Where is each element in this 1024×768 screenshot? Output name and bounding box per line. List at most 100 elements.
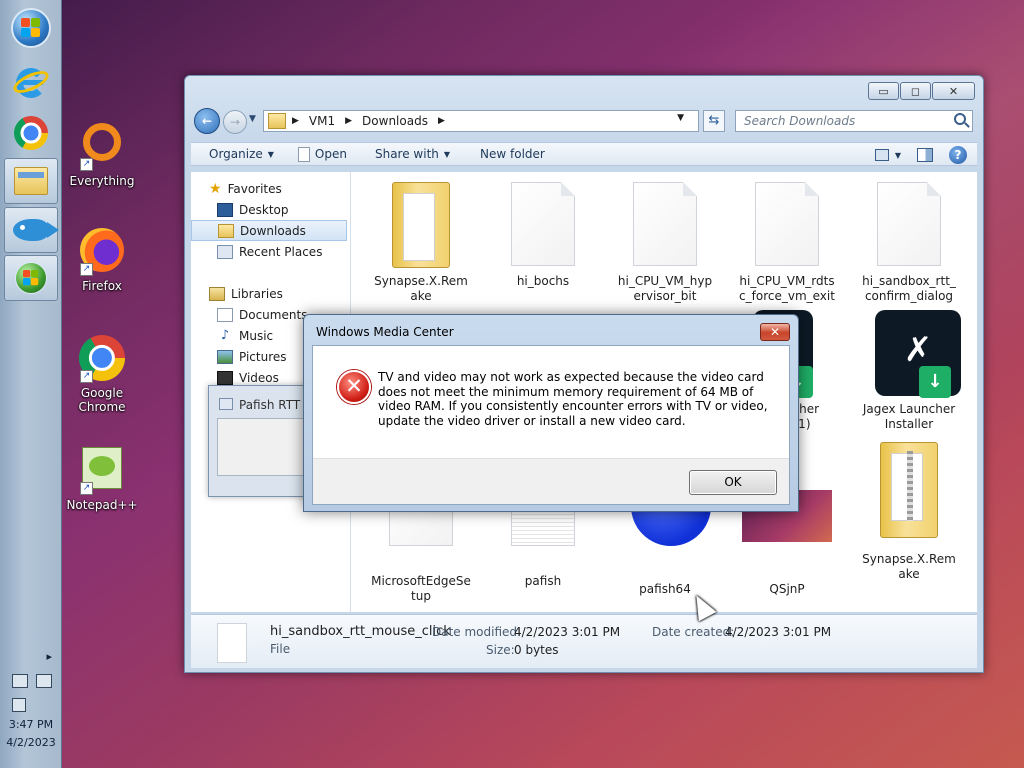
details-pane: hi_sandbox_rtt_mouse_click File Date mod…	[191, 614, 977, 668]
dialog-close-button[interactable]: ✕	[760, 323, 790, 341]
preview-pane-icon[interactable]	[917, 148, 933, 162]
search-placeholder: Search Downloads	[744, 114, 856, 128]
breadcrumb-downloads[interactable]: Downloads	[362, 114, 428, 128]
shortcut-arrow-icon: ↗	[80, 482, 93, 495]
folder-icon	[14, 167, 48, 195]
desktop-icon-notepad-plus-plus[interactable]: ↗ Notepad++	[62, 444, 142, 512]
change-view-icon[interactable]	[874, 149, 889, 161]
desktop-icon-google-chrome[interactable]: ↗ Google Chrome	[62, 335, 142, 414]
minimize-button[interactable]: ▭	[868, 82, 899, 100]
internet-explorer-icon	[10, 66, 52, 100]
taskbar-pafish[interactable]	[4, 207, 59, 253]
file-item[interactable]: Synapse.X.Remake	[371, 182, 471, 304]
documents-icon	[217, 307, 233, 322]
nav-recent-places[interactable]: Recent Places	[217, 241, 373, 262]
taskbar-windows-media-center[interactable]	[4, 255, 58, 301]
clock-time[interactable]: 3:47 PM	[0, 718, 62, 731]
start-button[interactable]	[4, 5, 58, 51]
nav-desktop[interactable]: Desktop	[217, 199, 373, 220]
file-item[interactable]: ✗ ↓ Jagex Launcher Installer	[859, 310, 961, 432]
taskbar: ▸ 3:47 PM 4/2/2023	[0, 0, 62, 768]
action-center-icon[interactable]	[12, 674, 28, 688]
recent-places-icon	[217, 244, 233, 259]
network-icon[interactable]	[36, 674, 52, 688]
search-icon	[954, 113, 966, 125]
tray-expand-arrow[interactable]: ▸	[0, 650, 62, 663]
file-item[interactable]: hi_CPU_VM_hypervisor_bit	[615, 182, 715, 304]
desktop-icon-firefox[interactable]: ↗ Firefox	[62, 226, 142, 293]
blank-file-icon	[755, 182, 819, 266]
clock-date[interactable]: 4/2/2023	[0, 736, 62, 749]
libraries-icon	[209, 286, 225, 301]
chrome-icon	[14, 116, 48, 150]
desktop-icon-everything[interactable]: ↗ Everything	[62, 118, 142, 188]
downloads-folder-icon	[218, 223, 234, 238]
windows-flag-icon	[15, 262, 47, 294]
help-icon[interactable]: ?	[949, 146, 967, 164]
volume-muted-icon[interactable]	[12, 698, 26, 712]
desktop-icon	[217, 202, 233, 217]
pictures-icon	[217, 349, 233, 364]
nav-favorites[interactable]: ★ Favorites	[209, 178, 365, 199]
document-icon	[297, 146, 310, 162]
taskbar-internet-explorer[interactable]	[4, 60, 58, 106]
shortcut-arrow-icon: ↗	[80, 370, 93, 383]
desktop-icon-label: Google Chrome	[78, 386, 126, 414]
blank-file-icon	[511, 182, 575, 266]
windows-orb-icon	[11, 8, 51, 48]
taskbar-chrome[interactable]	[4, 110, 58, 156]
forward-button[interactable]: →	[223, 110, 247, 134]
jagex-launcher-icon: ✗ ↓	[875, 310, 961, 398]
maximize-button[interactable]: ◻	[900, 82, 931, 100]
breadcrumb-separator-icon: ▶	[292, 116, 299, 126]
date-modified-value: 4/2/2023 3:01 PM	[514, 625, 621, 639]
error-icon: ✕	[337, 370, 371, 404]
file-item[interactable]: hi_sandbox_rtt_confirm_dialog	[859, 182, 959, 304]
music-icon: ♪	[220, 327, 230, 343]
file-item[interactable]: hi_CPU_VM_rdtsc_force_vm_exit	[737, 182, 837, 304]
dialog-title: Windows Media Center	[316, 325, 454, 339]
organize-button[interactable]: Organize ▼	[191, 147, 288, 161]
breadcrumb-vm1[interactable]: VM1	[309, 114, 335, 128]
close-button[interactable]: ✕	[932, 82, 975, 100]
folder-icon	[392, 182, 450, 268]
breadcrumb-separator-icon: ▶	[345, 116, 353, 126]
star-icon: ★	[209, 180, 222, 197]
blank-file-icon	[877, 182, 941, 266]
everything-icon	[83, 123, 121, 161]
recent-pages-dropdown[interactable]: ▼	[249, 114, 256, 124]
date-created-value: 4/2/2023 3:01 PM	[725, 625, 832, 639]
back-button[interactable]: ←	[194, 108, 220, 134]
ok-button[interactable]: OK	[689, 470, 777, 495]
date-modified-label: Date modified:	[432, 625, 522, 639]
view-options-dropdown-icon[interactable]: ▼	[895, 151, 901, 160]
new-folder-button[interactable]: New folder	[464, 147, 559, 161]
pafish-rtt-window[interactable]: Pafish RTT w	[208, 385, 317, 497]
open-button[interactable]: Open	[288, 146, 361, 162]
command-bar: Organize ▼ Open Share with ▼ New folder ▼ …	[191, 142, 977, 166]
desktop-icon-label: Everything	[69, 174, 135, 188]
desktop-icon-label: Notepad++	[66, 498, 138, 512]
dialog-message: TV and video may not work as expected be…	[378, 370, 768, 428]
shortcut-arrow-icon: ↗	[80, 263, 93, 276]
download-arrow-icon: ↓	[919, 366, 951, 398]
window-icon	[219, 398, 233, 410]
taskbar-windows-explorer[interactable]	[4, 158, 58, 204]
window-body	[217, 418, 317, 476]
nav-downloads[interactable]: Downloads	[191, 220, 347, 241]
refresh-button[interactable]: ⇆	[703, 110, 725, 132]
file-item[interactable]: hi_bochs	[493, 182, 593, 289]
file-icon	[217, 623, 247, 663]
folder-icon	[268, 113, 286, 129]
file-item[interactable]: Synapse.X.Remake	[859, 442, 959, 582]
message-dialog: Windows Media Center ✕ ✕ TV and video ma…	[303, 314, 799, 512]
share-with-button[interactable]: Share with ▼	[361, 147, 464, 161]
search-input[interactable]: Search Downloads	[735, 110, 973, 132]
nav-libraries[interactable]: Libraries	[209, 283, 365, 304]
size-label: Size:	[486, 643, 515, 657]
videos-icon	[217, 370, 233, 385]
address-bar[interactable]: ▶ VM1 ▶ Downloads ▶ ▼	[263, 110, 699, 132]
address-dropdown-icon[interactable]: ▼	[677, 113, 684, 123]
blank-file-icon	[633, 182, 697, 266]
fish-icon	[13, 219, 59, 241]
